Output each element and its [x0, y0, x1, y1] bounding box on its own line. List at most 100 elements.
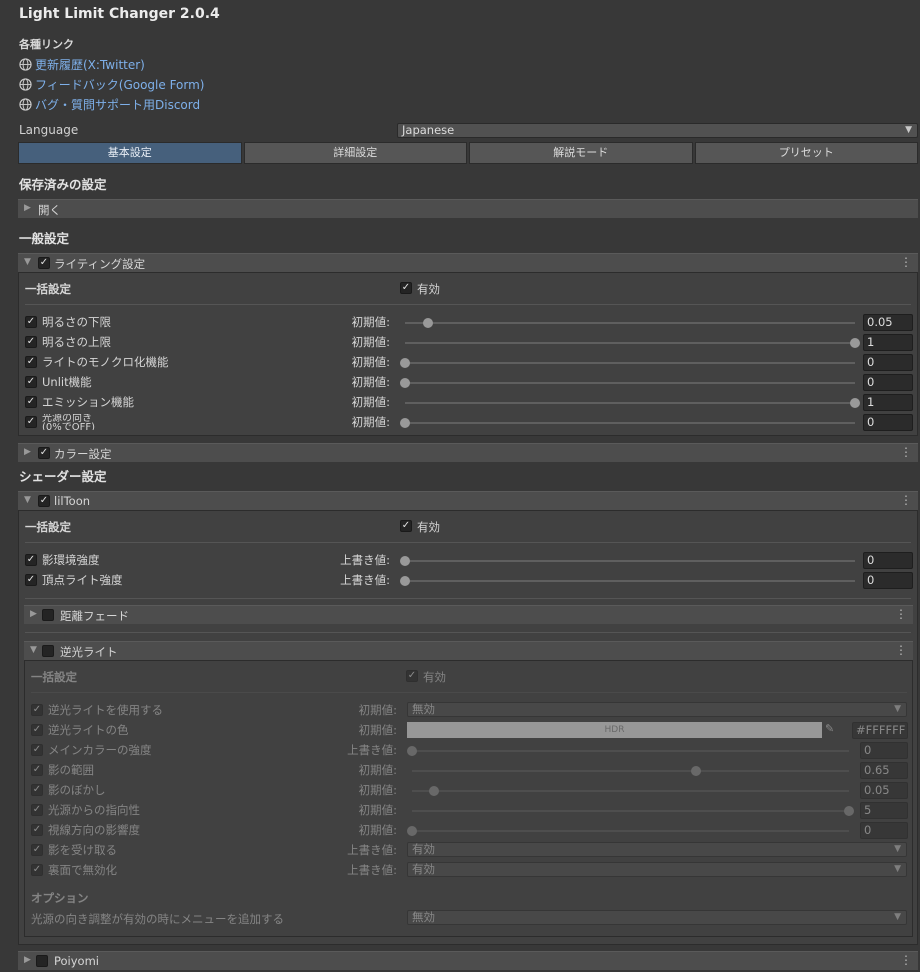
- more-icon[interactable]: ⋮: [900, 445, 912, 459]
- row-checkbox[interactable]: ✓: [25, 554, 37, 566]
- lighting-foldout-header[interactable]: ▼ ✓ ライティング設定 ⋮: [18, 253, 918, 272]
- row-checkbox[interactable]: ✓: [31, 764, 43, 776]
- option-dropdown[interactable]: 無効 ▼: [407, 910, 907, 925]
- slider-thumb[interactable]: [850, 398, 860, 408]
- lighting-bulk-checkbox[interactable]: ✓: [400, 282, 412, 294]
- slider-track[interactable]: [405, 422, 855, 424]
- slider-track[interactable]: [405, 362, 855, 364]
- row-checkbox[interactable]: ✓: [31, 744, 43, 756]
- backlight-checkbox[interactable]: ✓: [42, 645, 54, 657]
- slider-track[interactable]: [405, 580, 855, 582]
- liltoon-enable-checkbox[interactable]: ✓: [38, 495, 50, 507]
- row-checkbox[interactable]: ✓: [31, 864, 43, 876]
- value-field[interactable]: 0: [860, 742, 908, 759]
- value-field[interactable]: 1: [863, 334, 913, 351]
- row-checkbox[interactable]: ✓: [31, 844, 43, 856]
- slider-thumb[interactable]: [850, 338, 860, 348]
- row-checkbox[interactable]: ✓: [25, 416, 37, 428]
- row-dropdown[interactable]: 有効 ▼: [407, 842, 907, 857]
- chevron-down-icon: ▼: [894, 844, 901, 854]
- tab-presets[interactable]: プリセット: [694, 142, 918, 164]
- slider-track[interactable]: [405, 382, 855, 384]
- liltoon-foldout-header[interactable]: ▼ ✓ lilToon ⋮: [18, 491, 918, 510]
- slider-thumb[interactable]: [407, 826, 417, 836]
- row-checkbox[interactable]: ✓: [25, 336, 37, 348]
- backlight-bulk-checkbox[interactable]: ✓: [406, 670, 418, 682]
- slider-thumb[interactable]: [691, 766, 702, 776]
- row-checkbox[interactable]: ✓: [25, 396, 37, 408]
- value-field[interactable]: 1: [863, 394, 913, 411]
- tab-advanced[interactable]: 詳細設定: [243, 142, 467, 164]
- saved-foldout[interactable]: ▶ 開く: [18, 199, 918, 218]
- slider-thumb[interactable]: [400, 378, 410, 388]
- slider-track[interactable]: [405, 402, 855, 404]
- slider-thumb[interactable]: [400, 418, 410, 428]
- tab-basic[interactable]: 基本設定: [18, 142, 242, 164]
- hex-field[interactable]: #FFFFFF: [852, 722, 908, 739]
- distance-fade-checkbox[interactable]: ✓: [42, 609, 54, 621]
- slider-track[interactable]: [412, 750, 849, 752]
- value-field[interactable]: 0: [863, 374, 913, 391]
- slider-thumb[interactable]: [844, 806, 854, 816]
- slider-track[interactable]: [405, 322, 855, 324]
- distance-fade-foldout[interactable]: ▶ ✓ 距離フェード ⋮: [24, 605, 913, 624]
- value-field[interactable]: 0: [863, 354, 913, 371]
- value-field[interactable]: 0.65: [860, 762, 908, 779]
- slider-track[interactable]: [412, 810, 849, 812]
- row-checkbox[interactable]: ✓: [25, 316, 37, 328]
- slider-track[interactable]: [405, 560, 855, 562]
- language-dropdown[interactable]: Japanese ▼: [397, 123, 918, 138]
- slider-thumb[interactable]: [422, 318, 433, 328]
- row-checkbox[interactable]: ✓: [31, 724, 43, 736]
- value-field[interactable]: 0: [863, 414, 913, 431]
- slider-track[interactable]: [412, 790, 849, 792]
- color-foldout-header[interactable]: ▶ ✓ カラー設定 ⋮: [18, 443, 918, 462]
- slider-thumb[interactable]: [400, 556, 410, 566]
- slider-thumb[interactable]: [428, 786, 439, 796]
- link-feedback[interactable]: フィードバック(Google Form): [19, 76, 204, 93]
- eyedropper-icon[interactable]: ✎: [825, 722, 834, 735]
- row-checkbox[interactable]: ✓: [25, 574, 37, 586]
- value-field[interactable]: 0: [860, 822, 908, 839]
- link-discord[interactable]: バグ・質問サポート用Discord: [19, 96, 200, 113]
- row-label: 影の範囲: [48, 763, 94, 777]
- color-enable-checkbox[interactable]: ✓: [38, 447, 50, 459]
- link-changelog[interactable]: 更新履歴(X:Twitter): [19, 56, 145, 73]
- tab-explain[interactable]: 解説モード: [469, 142, 693, 164]
- row-dropdown[interactable]: 無効 ▼: [407, 702, 907, 717]
- row-checkbox[interactable]: ✓: [31, 824, 43, 836]
- slider-track[interactable]: [405, 342, 855, 344]
- distance-fade-label: 距離フェード: [60, 609, 129, 623]
- value-field[interactable]: 0.05: [863, 314, 913, 331]
- row-dropdown[interactable]: 有効 ▼: [407, 862, 907, 877]
- more-icon[interactable]: ⋮: [895, 643, 907, 657]
- slider-thumb[interactable]: [400, 576, 410, 586]
- row-checkbox[interactable]: ✓: [25, 356, 37, 368]
- value-field[interactable]: 0.05: [860, 782, 908, 799]
- row-checkbox[interactable]: ✓: [31, 804, 43, 816]
- value-field[interactable]: 0: [863, 572, 913, 589]
- more-icon[interactable]: ⋮: [895, 607, 907, 621]
- poiyomi-checkbox[interactable]: ✓: [36, 955, 48, 967]
- liltoon-bulk-checkbox[interactable]: ✓: [400, 520, 412, 532]
- slider-track[interactable]: [412, 770, 849, 772]
- slider-thumb[interactable]: [400, 358, 410, 368]
- more-icon[interactable]: ⋮: [900, 953, 912, 967]
- poiyomi-foldout-header[interactable]: ▶ ✓ Poiyomi ⋮: [18, 951, 918, 970]
- lighting-panel: 一括設定 ✓ 有効 ✓ 明るさの下限 初期値: 0.05 ✓ 明るさの上限 初期値: 1 ✓ ライ…: [18, 272, 918, 436]
- more-icon[interactable]: ⋮: [900, 255, 912, 269]
- language-label: Language: [19, 123, 79, 137]
- row-checkbox[interactable]: ✓: [31, 784, 43, 796]
- slider-track[interactable]: [412, 830, 849, 832]
- liltoon-bulk-label: 一括設定: [25, 520, 71, 534]
- more-icon[interactable]: ⋮: [900, 493, 912, 507]
- lighting-bulk-label: 一括設定: [25, 282, 71, 296]
- value-field[interactable]: 0: [863, 552, 913, 569]
- lighting-enable-checkbox[interactable]: ✓: [38, 257, 50, 269]
- color-swatch[interactable]: HDR: [407, 722, 822, 738]
- slider-thumb[interactable]: [407, 746, 417, 756]
- value-field[interactable]: 5: [860, 802, 908, 819]
- row-checkbox[interactable]: ✓: [25, 376, 37, 388]
- row-checkbox[interactable]: ✓: [31, 704, 43, 716]
- backlight-foldout-header[interactable]: ▼ ✓ 逆光ライト ⋮: [24, 641, 913, 660]
